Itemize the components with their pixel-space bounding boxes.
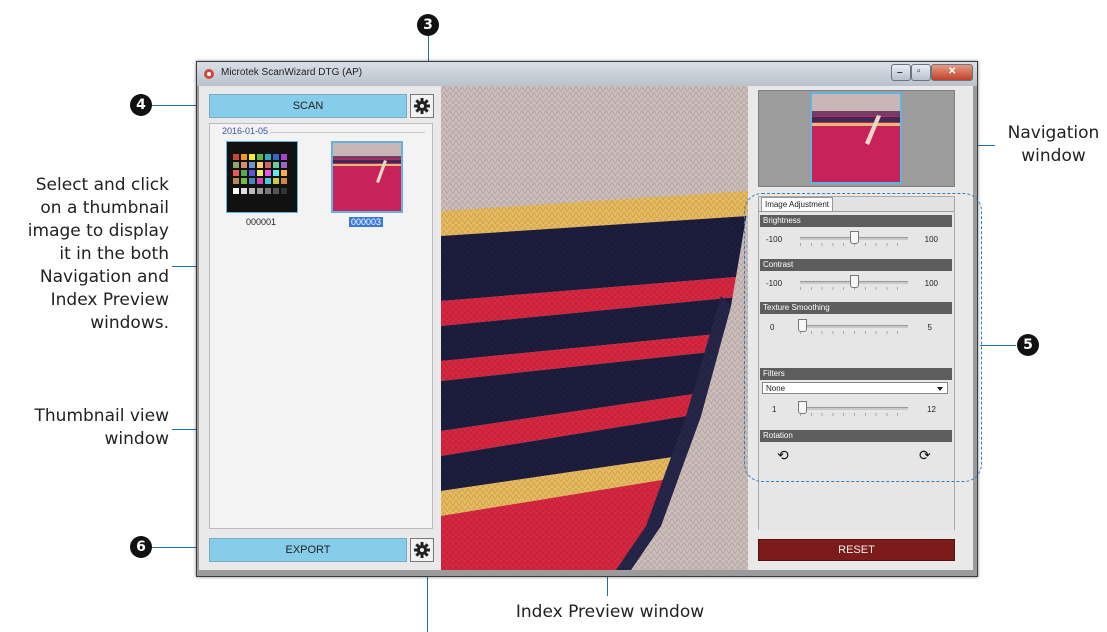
gear-icon [414, 542, 430, 558]
thumbnail-caption: 000001 [245, 217, 277, 227]
export-button[interactable]: EXPORT [209, 538, 407, 562]
callout-navigation-line: Navigation [1007, 123, 1100, 143]
scan-button[interactable]: SCAN [209, 94, 407, 118]
callout-select-line: it in the both [59, 244, 169, 264]
thumbnail-group-date: 2016-01-05 [220, 126, 271, 136]
callout-number-4: 4 [130, 94, 152, 116]
thumbnail-item[interactable] [226, 141, 298, 213]
callout-thumbnail-view: Thumbnail view window [0, 405, 169, 451]
thumbnail-item-selected[interactable] [331, 141, 403, 213]
maximize-button[interactable]: ▫ [911, 64, 931, 81]
navigation-window[interactable] [758, 90, 955, 187]
callout-number-5: 5 [1017, 334, 1039, 356]
close-button[interactable]: ✕ [931, 64, 973, 81]
scan-settings-button[interactable] [410, 94, 434, 118]
gear-icon [414, 98, 430, 114]
callout-number-3: 3 [417, 14, 439, 36]
callout-select-line: Select and click [35, 175, 169, 195]
callout-select-line: windows. [90, 313, 169, 333]
minimize-icon: – [897, 67, 903, 78]
callout-index-preview: Index Preview window [480, 601, 740, 624]
title-bar: Microtek ScanWizard DTG (AP) – ▫ ✕ [197, 62, 977, 86]
callout-index-line: Index Preview window [515, 602, 705, 622]
thumbnail-view: 2016-01-05 000001 000003 [209, 123, 433, 529]
maximize-icon: ▫ [917, 66, 921, 77]
thumbnail-image-colorchart [227, 142, 297, 212]
callout-number-6: 6 [130, 536, 152, 558]
minimize-button[interactable]: – [891, 64, 911, 81]
app-icon [204, 69, 214, 79]
callout-select-line: image to display [27, 221, 169, 241]
callout-select-line: on a thumbnail [40, 198, 169, 218]
window-title: Microtek ScanWizard DTG (AP) [221, 67, 363, 78]
callout-navigation-line: window [1021, 146, 1086, 166]
selected-caption-text: 000003 [348, 217, 384, 227]
reset-button[interactable]: RESET [758, 539, 955, 561]
navigation-image-knit [759, 91, 954, 186]
export-settings-button[interactable] [410, 538, 434, 562]
callout-select-thumbnail: Select and click on a thumbnail image to… [0, 174, 169, 335]
leader-line-n5 [980, 345, 1016, 346]
index-preview-window[interactable] [441, 86, 748, 570]
callout-select-line: Navigation and [39, 267, 169, 287]
thumbnail-caption-selected: 000003 [331, 217, 401, 227]
adjustment-callout-outline [744, 193, 982, 482]
callout-thumbview-line: Thumbnail view [34, 406, 169, 426]
callout-navigation: Navigation window [1000, 122, 1107, 168]
callout-select-line: Index Preview [50, 290, 169, 310]
callout-thumbview-line: window [104, 429, 170, 449]
thumbnail-image-knit [331, 141, 403, 213]
close-icon: ✕ [948, 66, 957, 77]
preview-image-knit [441, 86, 748, 570]
